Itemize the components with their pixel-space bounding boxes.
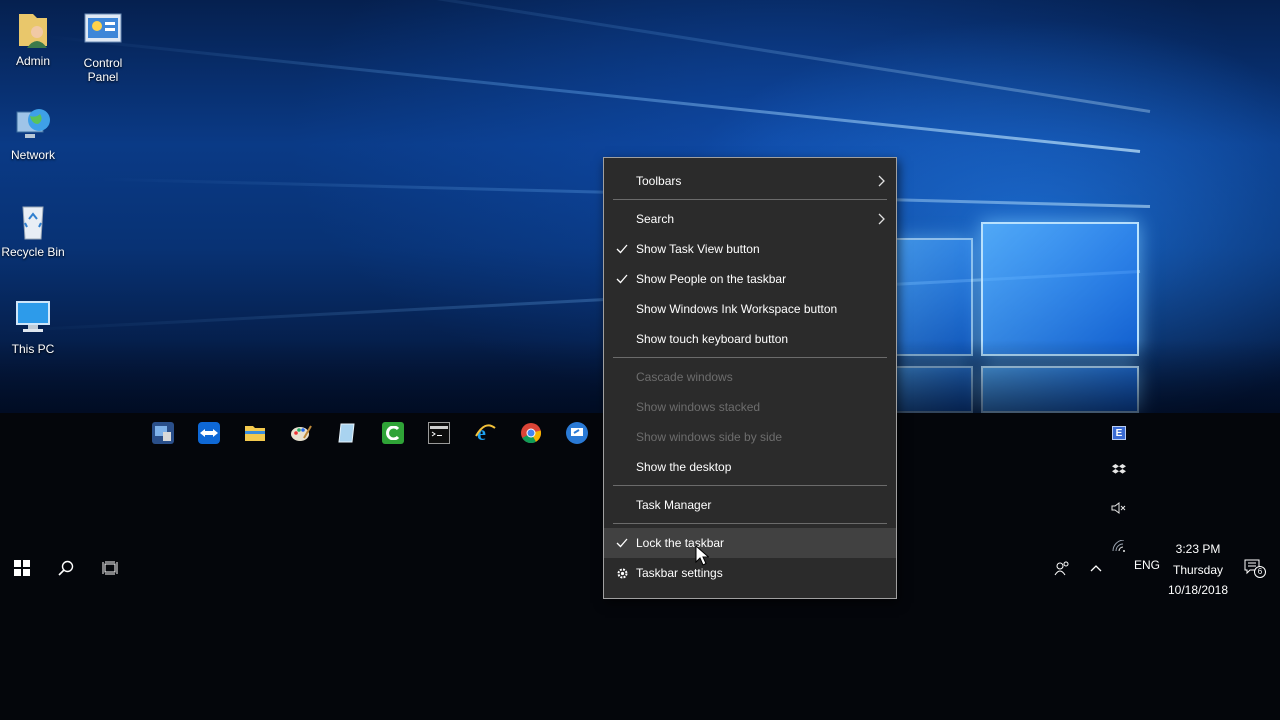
chrome-icon bbox=[520, 422, 542, 444]
desktop-icon-recycle-bin[interactable]: Recycle Bin bbox=[0, 201, 68, 259]
menu-item-label: Show touch keyboard button bbox=[636, 332, 789, 346]
taskbar-app-internet-explorer[interactable]: e bbox=[462, 418, 508, 448]
desktop-icon-control-panel[interactable]: Control Panel bbox=[68, 12, 138, 84]
menu-item-show-touch-keyboard[interactable]: Show touch keyboard button bbox=[604, 324, 896, 354]
menu-item-show-task-view-button[interactable]: Show Task View button bbox=[604, 234, 896, 264]
desktop-icon-label: Admin bbox=[15, 54, 50, 68]
volume-muted-icon bbox=[1111, 502, 1126, 514]
menu-item-label: Toolbars bbox=[636, 174, 682, 188]
tray-app-icon[interactable]: E bbox=[1104, 420, 1134, 446]
internet-explorer-icon: e bbox=[474, 422, 496, 444]
desktop-icon-label: Control Panel bbox=[83, 56, 123, 84]
menu-item-label: Show windows stacked bbox=[636, 400, 761, 414]
clock[interactable]: 3:23 PM Thursday 10/18/2018 bbox=[1162, 539, 1234, 601]
network-globe-icon bbox=[13, 104, 53, 144]
desktop-icon-this-pc[interactable]: This PC bbox=[0, 298, 68, 356]
menu-separator bbox=[613, 523, 887, 524]
menu-item-show-windows-side-by-side: Show windows side by side bbox=[604, 422, 896, 452]
terminal-icon bbox=[428, 422, 450, 444]
taskbar-app-server-manager[interactable] bbox=[140, 418, 186, 448]
search-button[interactable] bbox=[44, 548, 88, 588]
desktop-icon-admin[interactable]: Admin bbox=[0, 10, 68, 68]
menu-item-toolbars[interactable]: Toolbars bbox=[604, 166, 896, 196]
checkmark-icon bbox=[615, 264, 629, 294]
taskbar-context-menu: Toolbars Search Show Task View button Sh… bbox=[603, 157, 897, 599]
clock-time: 3:23 PM bbox=[1175, 542, 1221, 556]
notification-count-badge: 6 bbox=[1254, 566, 1266, 578]
menu-item-search[interactable]: Search bbox=[604, 204, 896, 234]
dropbox-tray-button[interactable] bbox=[1104, 457, 1134, 483]
taskbar-app-teamviewer[interactable] bbox=[186, 418, 232, 448]
camtasia-icon bbox=[382, 422, 404, 444]
menu-item-task-manager[interactable]: Task Manager bbox=[604, 490, 896, 520]
menu-item-label: Search bbox=[636, 212, 675, 226]
task-view-button[interactable] bbox=[88, 548, 132, 588]
menu-item-show-ink-workspace[interactable]: Show Windows Ink Workspace button bbox=[604, 294, 896, 324]
menu-item-label: Show the desktop bbox=[636, 460, 732, 474]
gear-icon bbox=[615, 558, 629, 588]
menu-separator bbox=[613, 485, 887, 486]
desktop-icon-label: Recycle Bin bbox=[1, 245, 65, 259]
chevron-up-icon bbox=[1090, 565, 1102, 572]
clock-day: Thursday bbox=[1172, 562, 1224, 577]
teamviewer-icon bbox=[198, 422, 220, 444]
recycle-bin-icon bbox=[13, 201, 53, 241]
dropbox-icon bbox=[1112, 464, 1126, 474]
computer-monitor-icon bbox=[13, 298, 53, 338]
checkmark-icon bbox=[615, 234, 629, 264]
taskbar-app-chrome[interactable] bbox=[508, 418, 554, 448]
notepad-icon bbox=[336, 422, 358, 444]
taskbar-app-command-prompt[interactable] bbox=[416, 418, 462, 448]
pinned-apps: e bbox=[140, 418, 600, 448]
chevron-right-icon bbox=[878, 166, 886, 196]
menu-separator bbox=[613, 199, 887, 200]
menu-item-label: Taskbar settings bbox=[636, 566, 723, 580]
menu-item-label: Cascade windows bbox=[636, 370, 733, 384]
menu-item-label: Show People on the taskbar bbox=[636, 272, 787, 286]
show-hidden-icons-button[interactable] bbox=[1074, 548, 1118, 588]
start-button[interactable] bbox=[0, 548, 44, 588]
menu-item-label: Lock the taskbar bbox=[636, 536, 725, 550]
volume-tray-button[interactable] bbox=[1104, 495, 1134, 521]
search-icon bbox=[58, 560, 74, 576]
taskbar-app-camtasia[interactable] bbox=[370, 418, 416, 448]
user-folder-icon bbox=[13, 10, 53, 50]
chevron-right-icon bbox=[878, 204, 886, 234]
menu-item-label: Task Manager bbox=[636, 498, 712, 512]
menu-item-show-the-desktop[interactable]: Show the desktop bbox=[604, 452, 896, 482]
menu-item-show-people[interactable]: Show People on the taskbar bbox=[604, 264, 896, 294]
menu-separator bbox=[613, 357, 887, 358]
people-icon bbox=[1054, 561, 1069, 576]
remote-desktop-icon bbox=[566, 422, 588, 444]
control-panel-icon bbox=[83, 12, 123, 52]
server-manager-icon bbox=[152, 422, 174, 444]
checkmark-icon bbox=[615, 528, 629, 558]
paint-palette-icon bbox=[290, 422, 312, 444]
menu-item-label: Show windows side by side bbox=[636, 430, 783, 444]
taskbar-app-paint[interactable] bbox=[278, 418, 324, 448]
taskbar-app-notepad[interactable] bbox=[324, 418, 370, 448]
language-indicator[interactable]: ENG bbox=[1128, 558, 1166, 572]
desktop-icon-label: Network bbox=[10, 148, 55, 162]
mouse-cursor-icon bbox=[695, 545, 709, 566]
menu-item-cascade-windows: Cascade windows bbox=[604, 362, 896, 392]
menu-item-label: Show Task View button bbox=[636, 242, 760, 256]
clock-date: 10/18/2018 bbox=[1167, 583, 1229, 597]
menu-item-taskbar-settings[interactable]: Taskbar settings bbox=[604, 558, 896, 588]
folder-icon bbox=[244, 422, 266, 444]
menu-item-label: Show Windows Ink Workspace button bbox=[636, 302, 838, 316]
e-app-icon: E bbox=[1112, 426, 1126, 440]
task-view-icon bbox=[102, 561, 118, 575]
desktop-icon-label: This PC bbox=[11, 342, 55, 356]
windows-start-icon bbox=[14, 560, 30, 576]
taskbar-app-remote-desktop[interactable] bbox=[554, 418, 600, 448]
taskbar-app-file-explorer[interactable] bbox=[232, 418, 278, 448]
desktop-icon-network[interactable]: Network bbox=[0, 104, 68, 162]
action-center-button[interactable]: 6 bbox=[1230, 548, 1278, 588]
menu-item-lock-the-taskbar[interactable]: Lock the taskbar bbox=[604, 528, 896, 558]
menu-item-show-windows-stacked: Show windows stacked bbox=[604, 392, 896, 422]
